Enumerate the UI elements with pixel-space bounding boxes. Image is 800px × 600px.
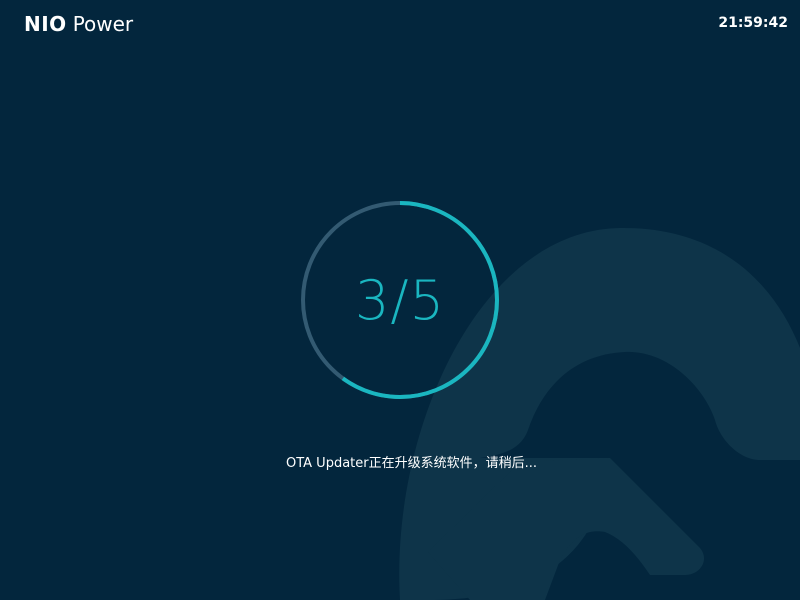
ota-update-screen: NIO Power 21:59:42 3/5 OTA Updater正在升级系统… bbox=[0, 0, 800, 600]
brand-logo: NIO Power bbox=[24, 10, 133, 38]
clock: 21:59:42 bbox=[718, 15, 788, 31]
brand-name: NIO bbox=[24, 12, 67, 36]
status-message: OTA Updater正在升级系统软件，请稍后... bbox=[285, 456, 537, 471]
progress-count: 3/5 bbox=[355, 268, 445, 332]
brand-subtitle: Power bbox=[72, 12, 134, 36]
